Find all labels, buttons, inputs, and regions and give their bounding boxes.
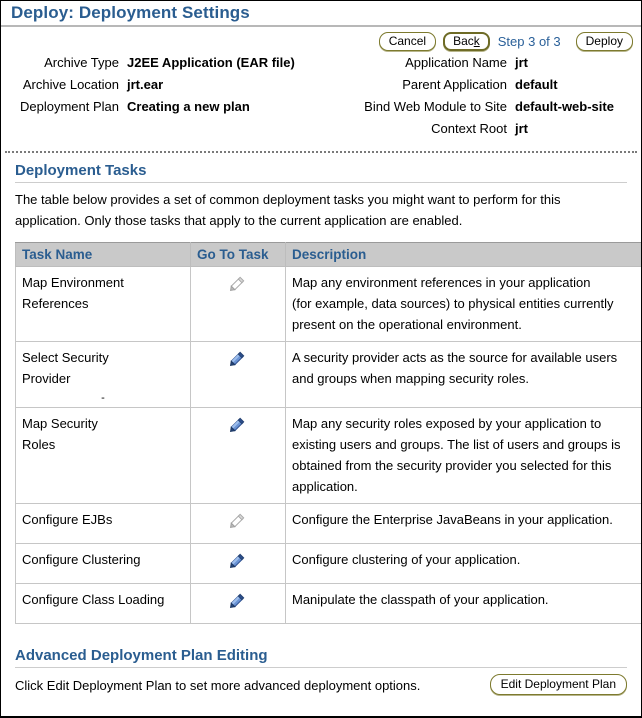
application-name-label: Application Name xyxy=(405,55,507,70)
table-row: Configure EJBs Configure the Enterprise … xyxy=(15,503,641,544)
context-root-value: jrt xyxy=(515,121,528,136)
column-header-task-name: Task Name xyxy=(15,242,191,267)
table-row: Configure Clustering Configure clusterin… xyxy=(15,543,641,584)
summary-field: Application Name jrt xyxy=(337,55,641,77)
go-to-task-cell[interactable] xyxy=(190,341,286,408)
parent-application-value: default xyxy=(515,77,558,92)
archive-type-value: J2EE Application (EAR file) xyxy=(127,55,295,70)
column-header-description: Description xyxy=(285,242,641,267)
task-description-cell: Map any environment references in your a… xyxy=(285,266,641,342)
task-description-cell: Map any security roles exposed by your a… xyxy=(285,407,641,504)
task-name: Map Environment References xyxy=(22,275,124,311)
save-plan-section: Save Deployment Plan After you make chan… xyxy=(1,696,641,716)
bind-web-module-label: Bind Web Module to Site xyxy=(364,99,507,114)
pencil-icon[interactable] xyxy=(227,549,249,571)
summary-field: Bind Web Module to Site default-web-site xyxy=(337,99,641,121)
go-to-task-cell[interactable] xyxy=(190,543,286,584)
task-name: Configure Clustering xyxy=(22,552,141,567)
deploy-button[interactable]: Deploy xyxy=(575,32,633,51)
column-header-go-to-task: Go To Task xyxy=(190,242,286,267)
task-description-cell: A security provider acts as the source f… xyxy=(285,341,641,408)
task-description: Map any security roles exposed by your a… xyxy=(292,416,621,494)
cancel-button[interactable]: Cancel xyxy=(378,32,437,51)
task-name-cell: Map Environment References xyxy=(15,266,191,342)
task-description: Configure clustering of your application… xyxy=(292,552,521,567)
table-row: Map Security Roles Map any security role… xyxy=(15,407,641,504)
task-name: Configure Class Loading xyxy=(22,592,165,607)
table-row: Configure Class Loading Manipulate the c… xyxy=(15,583,641,624)
task-name-cell: Configure Clustering xyxy=(15,543,191,584)
summary-field: Archive Location jrt.ear xyxy=(1,77,337,99)
task-name: Select Security Provider xyxy=(22,350,109,386)
deployment-tasks-heading: Deployment Tasks xyxy=(15,153,627,183)
advanced-editing-row: Click Edit Deployment Plan to set more a… xyxy=(15,668,627,696)
task-description-cell: Manipulate the classpath of your applica… xyxy=(285,583,641,624)
task-description-cell: Configure the Enterprise JavaBeans in yo… xyxy=(285,503,641,544)
task-description-cell: Configure clustering of your application… xyxy=(285,543,641,584)
row-artifact xyxy=(22,314,184,320)
pencil-icon[interactable] xyxy=(227,347,249,369)
deployment-tasks-body: Map Environment References Map any envir… xyxy=(15,266,641,624)
pencil-icon xyxy=(227,272,249,294)
go-to-task-cell xyxy=(190,266,286,342)
task-description: A security provider acts as the source f… xyxy=(292,350,618,386)
archive-location-label: Archive Location xyxy=(22,77,119,92)
archive-type-label: Archive Type xyxy=(44,55,119,70)
deployment-settings-page: Deploy: Deployment Settings Cancel Back … xyxy=(0,0,642,718)
summary-field: Archive Type J2EE Application (EAR file) xyxy=(1,55,337,77)
task-name-cell: Map Security Roles xyxy=(15,407,191,504)
go-to-task-cell xyxy=(190,503,286,544)
go-to-task-cell[interactable] xyxy=(190,407,286,504)
row-artifact: - xyxy=(101,392,105,404)
deployment-tasks-section: Deployment Tasks The table below provide… xyxy=(1,153,641,624)
deployment-tasks-description: The table below provides a set of common… xyxy=(15,192,561,228)
back-button[interactable]: Back xyxy=(443,32,490,51)
task-description: Manipulate the classpath of your applica… xyxy=(292,592,549,607)
table-row: Map Environment References Map any envir… xyxy=(15,266,641,342)
go-to-task-cell[interactable] xyxy=(190,583,286,624)
task-description: Map any environment references in your a… xyxy=(292,275,614,332)
advanced-editing-heading: Advanced Deployment Plan Editing xyxy=(15,638,627,668)
task-name-cell: Select Security Provider - xyxy=(15,341,191,408)
bind-web-module-value: default-web-site xyxy=(515,99,614,114)
table-header-row: Task Name Go To Task Description xyxy=(15,242,641,267)
summary-left-column: Archive Type J2EE Application (EAR file)… xyxy=(1,55,337,143)
window-titlebar: Deploy: Deployment Settings xyxy=(1,1,641,27)
page-title: Deploy: Deployment Settings xyxy=(11,3,250,22)
pencil-icon xyxy=(227,509,249,531)
table-row: Select Security Provider - A security pr… xyxy=(15,341,641,408)
task-name-cell: Configure Class Loading xyxy=(15,583,191,624)
task-name: Configure EJBs xyxy=(22,512,113,527)
save-plan-heading: Save Deployment Plan xyxy=(15,710,627,716)
summary-field: Deployment Plan Creating a new plan xyxy=(1,99,337,121)
summary-field: Parent Application default xyxy=(337,77,641,99)
back-button-accesskey: k xyxy=(473,34,480,48)
task-name-cell: Configure EJBs xyxy=(15,503,191,544)
task-description: Configure the Enterprise JavaBeans in yo… xyxy=(292,512,613,527)
advanced-editing-description: Click Edit Deployment Plan to set more a… xyxy=(15,678,421,693)
deployment-plan-value: Creating a new plan xyxy=(127,99,250,114)
pencil-icon[interactable] xyxy=(227,413,249,435)
context-root-label: Context Root xyxy=(431,121,507,136)
edit-deployment-plan-button[interactable]: Edit Deployment Plan xyxy=(489,674,627,695)
pencil-icon[interactable] xyxy=(227,589,249,611)
back-button-label: Bac xyxy=(453,34,474,48)
parent-application-label: Parent Application xyxy=(402,77,507,92)
application-name-value: jrt xyxy=(515,55,528,70)
archive-location-value: jrt.ear xyxy=(127,77,164,92)
deployment-tasks-table: Task Name Go To Task Description Map Env… xyxy=(15,242,641,624)
wizard-button-bar: Cancel Back Step 3 of 3 Deploy xyxy=(1,27,641,53)
summary-right-column: Application Name jrt Parent Application … xyxy=(337,55,641,143)
deployment-plan-label: Deployment Plan xyxy=(20,99,119,114)
summary-field: Context Root jrt xyxy=(337,121,641,143)
task-name: Map Security Roles xyxy=(22,416,98,452)
deployment-summary: Archive Type J2EE Application (EAR file)… xyxy=(1,53,641,149)
advanced-editing-section: Advanced Deployment Plan Editing Click E… xyxy=(1,624,641,696)
wizard-step-indicator: Step 3 of 3 xyxy=(497,34,561,49)
